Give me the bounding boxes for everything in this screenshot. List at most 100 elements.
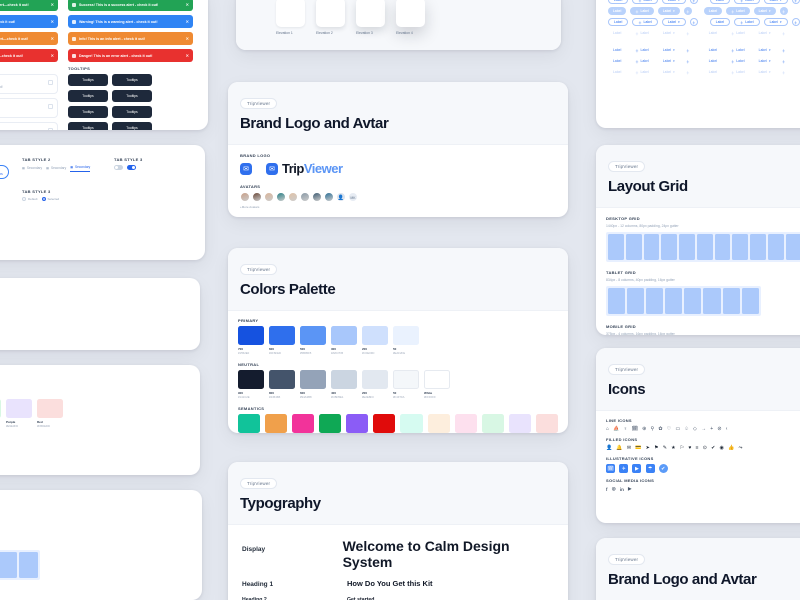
button[interactable]: ＋ Label — [734, 18, 760, 26]
button[interactable]: Label ▾ — [658, 29, 680, 37]
button[interactable]: ＋ — [689, 18, 698, 26]
avatar[interactable] — [324, 192, 334, 202]
button[interactable]: ＋ Label — [734, 0, 760, 4]
color-swatch[interactable]: Red#FBDEDD — [37, 399, 63, 428]
button[interactable]: ＋ Label — [632, 0, 658, 4]
color-swatch[interactable]: Purple#8B5CF6 — [346, 414, 369, 433]
alert-banner[interactable]: Warning! This is a warning alert—check i… — [0, 32, 58, 45]
radio-icon[interactable] — [22, 197, 26, 201]
color-swatch[interactable]: Orange#F0A04B — [265, 414, 288, 433]
color-swatch[interactable]: 600 #94A3B8 — [300, 370, 326, 399]
icon[interactable]: ▶ — [628, 486, 631, 492]
button[interactable]: Label — [703, 7, 723, 15]
button[interactable]: ＋ — [780, 57, 788, 65]
button[interactable]: ＋ — [684, 57, 692, 65]
icon[interactable]: ♥ — [688, 445, 691, 451]
button[interactable]: Label ▾ — [763, 18, 788, 26]
button[interactable]: Label — [608, 57, 626, 65]
color-swatch[interactable]: Pink#F2339A — [292, 414, 315, 433]
button[interactable]: ＋ Label — [630, 29, 654, 37]
color-swatch[interactable]: Green#D8F7E4 — [0, 399, 1, 428]
illustrative-icon[interactable]: ▶ — [632, 464, 642, 473]
button[interactable]: Label — [608, 46, 626, 54]
close-icon[interactable] — [48, 104, 53, 109]
icon[interactable]: ✎ — [663, 445, 667, 451]
illustrative-icon[interactable]: ✔ — [658, 464, 668, 473]
alert-banner[interactable]: Danger! This is an error alert—check it … — [0, 49, 58, 62]
color-swatch[interactable]: 400 #CBD5E1 — [331, 370, 357, 399]
notification-card[interactable]: Info This is an info alert—check it out! — [0, 98, 58, 118]
icon[interactable]: ♡ — [667, 426, 671, 432]
button[interactable]: Label — [704, 57, 722, 65]
button[interactable]: Label — [608, 0, 629, 4]
toggle-switch[interactable] — [114, 165, 123, 170]
radio-option[interactable]: Default — [22, 197, 38, 201]
button[interactable]: Label — [704, 68, 722, 76]
icon[interactable]: 🗓 — [632, 426, 638, 432]
icon[interactable]: ⛵ — [613, 426, 619, 432]
tab-underline[interactable]: ▦ Secondary — [22, 166, 42, 172]
illustrative-icon[interactable]: ✈ — [619, 464, 629, 473]
icon[interactable]: ⊕ — [642, 426, 646, 432]
color-swatch[interactable]: 600 #2F6FED — [269, 326, 295, 355]
button[interactable]: Label — [704, 46, 722, 54]
icon[interactable]: in — [620, 487, 624, 492]
button[interactable]: ＋ — [684, 46, 692, 54]
color-swatch[interactable]: Green#D8F7E4 — [481, 414, 504, 433]
button[interactable]: ＋ — [780, 68, 788, 76]
icon[interactable]: ◉ — [720, 445, 724, 451]
button[interactable]: ＋ Label — [630, 46, 654, 54]
color-swatch[interactable]: 200 #E2E8F0 — [362, 370, 388, 399]
button[interactable]: ＋ Label — [726, 46, 750, 54]
button[interactable]: ＋ — [791, 18, 800, 26]
button[interactable]: ＋ — [683, 7, 692, 15]
avatar[interactable] — [276, 192, 286, 202]
color-swatch[interactable]: Green#0FA855 — [319, 414, 342, 433]
color-swatch[interactable]: Purple#E9E3FD — [508, 414, 531, 433]
alert-banner[interactable]: Success! This is a success alert - check… — [68, 0, 193, 11]
color-swatch[interactable]: 50 #F4F7FA — [393, 370, 419, 399]
icon[interactable]: ★ — [671, 445, 675, 451]
avatar[interactable] — [288, 192, 298, 202]
button[interactable]: ＋ — [689, 0, 698, 4]
avatar-initials[interactable]: MK — [348, 192, 358, 202]
color-swatch[interactable]: Purple#E9E3FD — [6, 399, 32, 428]
icon[interactable]: ◇ — [693, 426, 697, 432]
close-icon[interactable]: ✕ — [186, 53, 189, 58]
color-swatch[interactable]: Teal#11C39A — [238, 414, 261, 433]
color-swatch[interactable]: 700 #1552E0 — [238, 326, 264, 355]
icon[interactable]: ✿ — [658, 426, 662, 432]
button[interactable]: Label ▾ — [763, 0, 788, 4]
color-swatch[interactable]: Red#E00B0B — [373, 414, 396, 433]
icon[interactable]: 👤 — [606, 445, 612, 451]
color-swatch[interactable]: 500 #5B95F5 — [300, 326, 326, 355]
close-icon[interactable]: ✕ — [186, 19, 189, 24]
button[interactable]: Label — [608, 18, 629, 26]
button[interactable]: ＋ — [791, 0, 800, 4]
button[interactable]: Label — [709, 18, 731, 26]
icon[interactable]: ➤ — [646, 445, 650, 451]
icon[interactable]: + — [710, 426, 713, 432]
icon[interactable]: 👍 — [728, 445, 734, 451]
icon[interactable]: ⊙ — [703, 445, 707, 451]
icon[interactable]: ♤ — [684, 426, 688, 432]
close-icon[interactable]: ✕ — [51, 53, 54, 58]
radio-option[interactable]: Selected — [41, 197, 59, 201]
icon[interactable]: ✉ — [627, 445, 631, 451]
toggle-switch[interactable] — [127, 165, 136, 170]
icon[interactable]: ≡ — [696, 445, 699, 451]
more-avatars-link[interactable]: +More Avatars — [240, 205, 556, 209]
button[interactable]: ＋ — [779, 7, 788, 15]
notification-card[interactable]: Success This is a success alert—check it … — [0, 74, 58, 94]
illustrative-icon[interactable]: 🗓 — [606, 464, 615, 473]
button[interactable]: Label ▾ — [754, 68, 776, 76]
button[interactable]: ＋ Label — [726, 29, 750, 37]
button[interactable]: ＋ Label — [630, 68, 654, 76]
button[interactable]: Label — [704, 29, 722, 37]
avatar[interactable] — [312, 192, 322, 202]
close-icon[interactable]: ✕ — [51, 2, 54, 7]
icon[interactable]: ⌂ — [606, 426, 609, 432]
color-swatch[interactable]: Teal#D6FBF1 — [400, 414, 423, 433]
notification-card[interactable]: WarningThis is a warning alert—check it … — [0, 122, 58, 130]
close-icon[interactable] — [48, 80, 53, 85]
